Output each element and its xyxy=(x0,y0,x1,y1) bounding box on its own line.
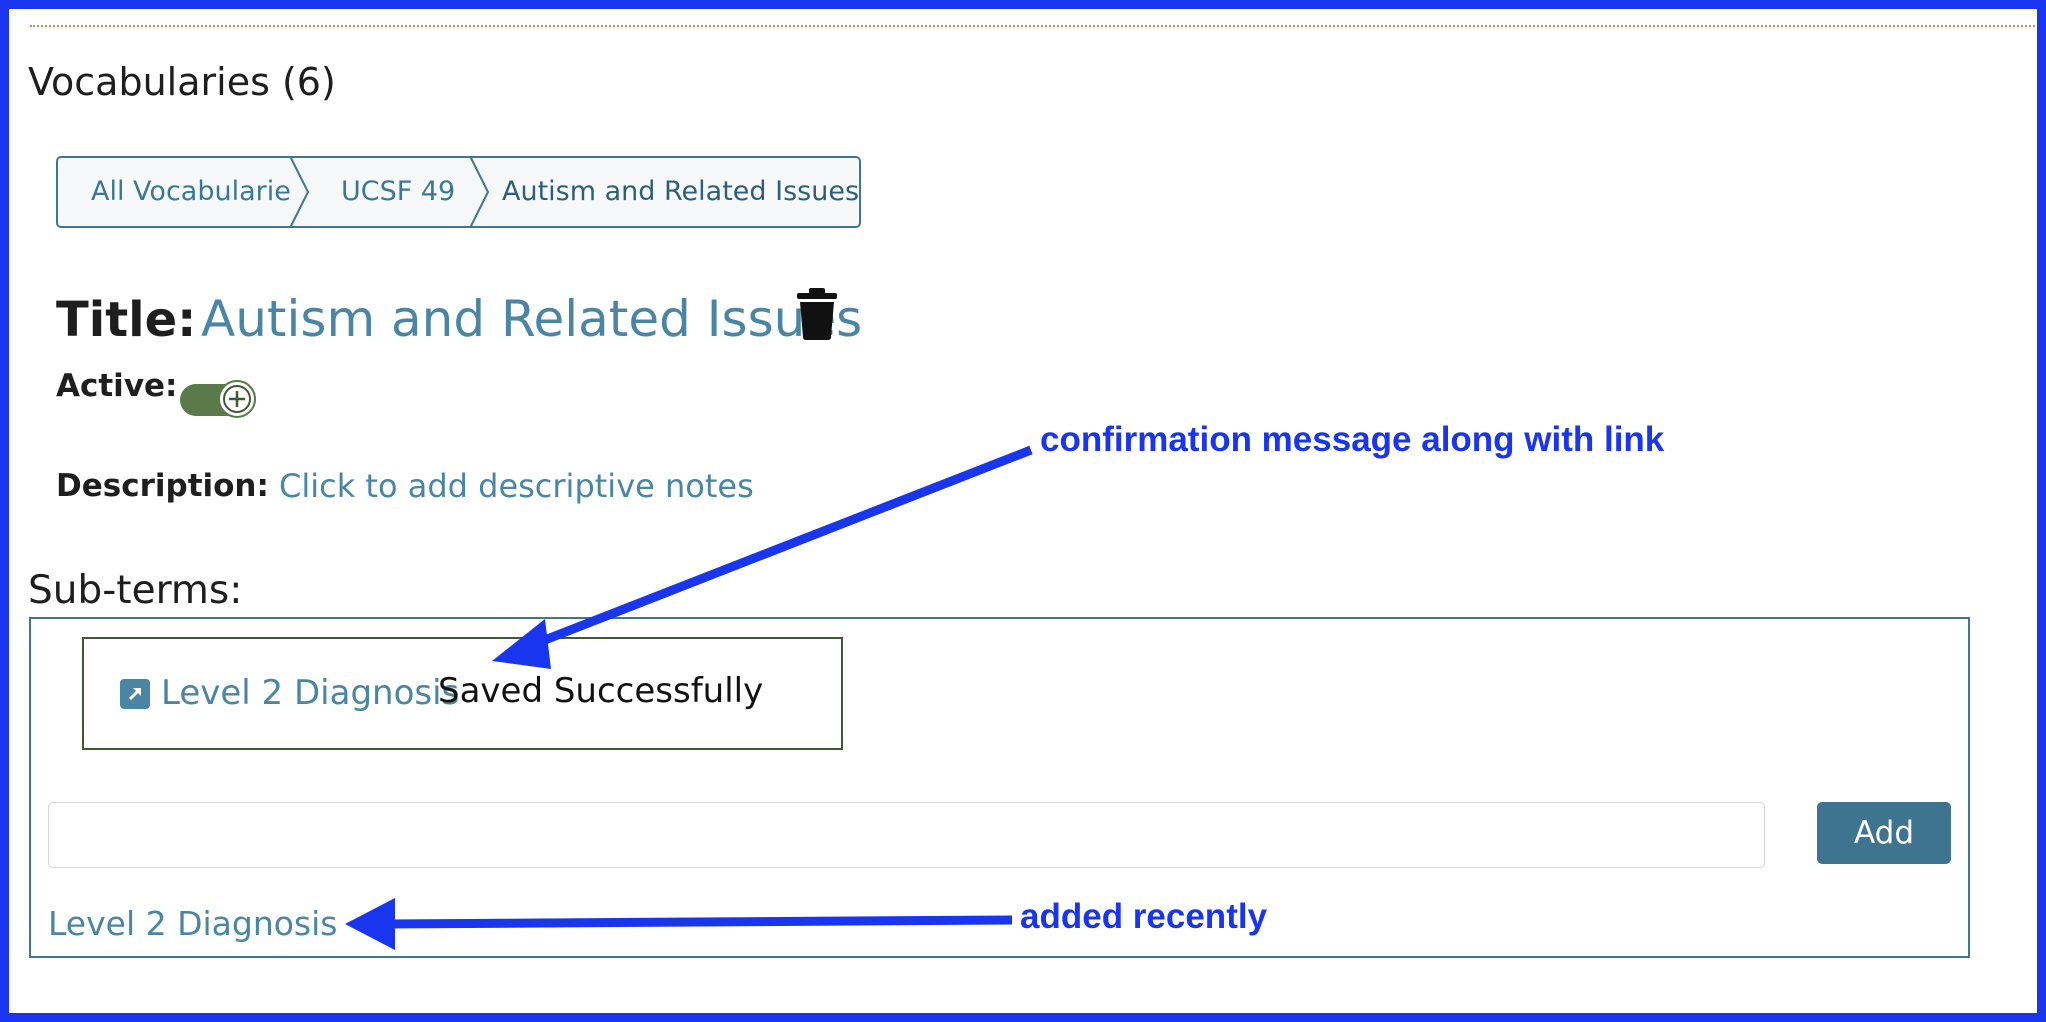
subterm-item[interactable]: Level 2 Diagnosis xyxy=(48,904,338,943)
add-button[interactable]: Add xyxy=(1817,802,1951,864)
external-link-icon[interactable] xyxy=(120,679,150,709)
title-label: Title: xyxy=(56,292,197,348)
annotation-recent-note: added recently xyxy=(1020,897,1268,936)
vocabulary-title[interactable]: Autism and Related Issues xyxy=(201,290,862,348)
description-placeholder[interactable]: Click to add descriptive notes xyxy=(279,467,754,505)
active-toggle[interactable] xyxy=(180,380,258,418)
annotation-confirmation-note: confirmation message along with link xyxy=(1040,420,1665,459)
subterms-heading: Sub-terms: xyxy=(28,568,243,613)
description-label: Description: xyxy=(56,468,269,504)
page-heading: Vocabularies (6) xyxy=(28,60,336,104)
breadcrumb-separator-icon xyxy=(469,156,490,228)
dotted-divider xyxy=(30,25,2035,27)
breadcrumb-item-all-vocabularies[interactable]: All Vocabularies xyxy=(91,158,305,226)
confirmation-text: Saved Successfully xyxy=(438,671,764,711)
subterm-input[interactable] xyxy=(48,802,1765,868)
breadcrumb: All Vocabularies UCSF 49 Autism and Rela… xyxy=(56,156,861,228)
breadcrumb-item-ucsf-49[interactable]: UCSF 49 xyxy=(341,158,455,226)
active-label: Active: xyxy=(56,368,178,404)
confirmation-link[interactable]: Level 2 Diagnosis xyxy=(161,673,459,713)
breadcrumb-item-current[interactable]: Autism and Related Issues xyxy=(502,158,859,226)
trash-icon[interactable] xyxy=(795,288,839,340)
breadcrumb-separator-icon xyxy=(289,156,310,228)
